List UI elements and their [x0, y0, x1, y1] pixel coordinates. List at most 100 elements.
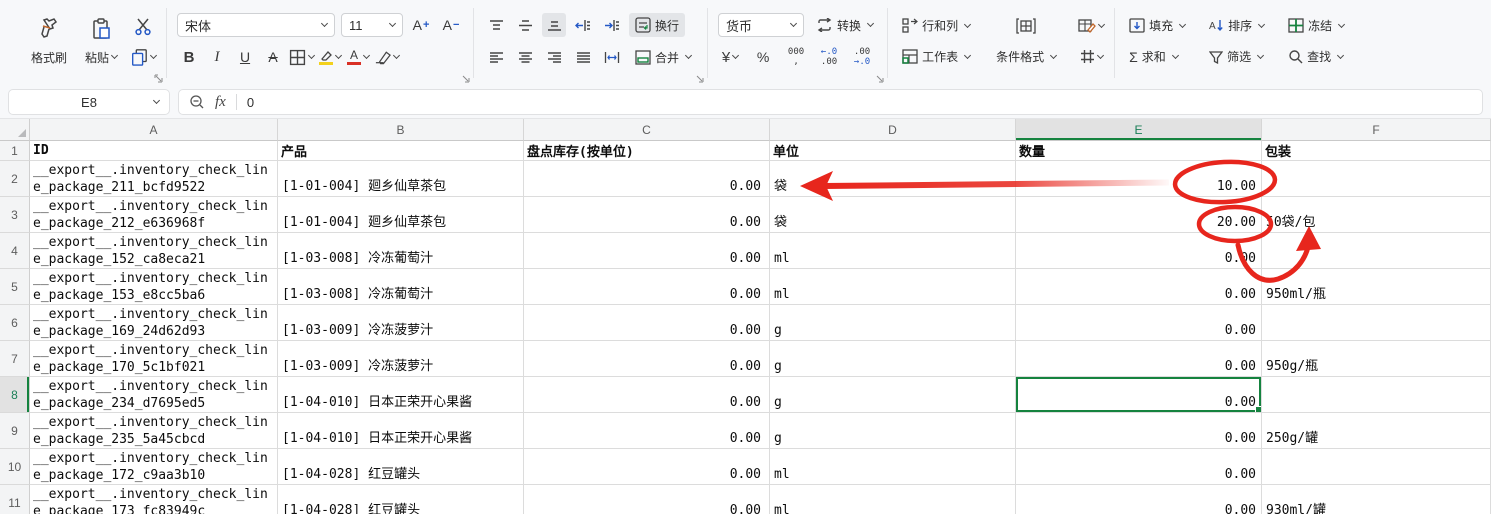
header-cell-C1[interactable]: 盘点库存(按单位): [524, 141, 770, 161]
row-header-1[interactable]: 1: [0, 141, 30, 161]
column-header-E[interactable]: E: [1016, 119, 1262, 141]
cell-F4[interactable]: [1262, 233, 1491, 269]
clear-format-button[interactable]: [374, 45, 399, 69]
sum-button[interactable]: Σ 求和: [1125, 45, 1189, 69]
cell-A5[interactable]: __export__.inventory_check_line_package_…: [30, 269, 278, 305]
cell-E11[interactable]: 0.00: [1016, 485, 1262, 514]
select-all-corner[interactable]: [0, 119, 30, 141]
table-button[interactable]: [1014, 14, 1038, 38]
cell-F10[interactable]: [1262, 449, 1491, 485]
cell-B6[interactable]: [1-03-009] 冷冻菠萝汁: [278, 305, 524, 341]
header-cell-A1[interactable]: ID: [30, 141, 278, 161]
rows-columns-button[interactable]: 行和列: [898, 14, 974, 38]
cell-A3[interactable]: __export__.inventory_check_line_package_…: [30, 197, 278, 233]
decrease-font-button[interactable]: A−: [439, 13, 463, 37]
cell-C5[interactable]: 0.00: [524, 269, 770, 305]
row-header-4[interactable]: 4: [0, 233, 30, 269]
increase-indent-button[interactable]: [600, 13, 624, 37]
clipboard-dialog-launcher[interactable]: [154, 74, 163, 83]
row-header-9[interactable]: 9: [0, 413, 30, 449]
number-dialog-launcher[interactable]: [875, 74, 884, 83]
row-header-5[interactable]: 5: [0, 269, 30, 305]
highlight-color-button[interactable]: [318, 45, 342, 69]
italic-button[interactable]: I: [205, 45, 229, 69]
decrease-indent-button[interactable]: [571, 13, 595, 37]
freeze-panes-button[interactable]: 冻结: [1284, 14, 1348, 38]
column-header-D[interactable]: D: [770, 119, 1016, 141]
merge-cells-button[interactable]: 合并: [629, 45, 697, 69]
cell-C2[interactable]: 0.00: [524, 161, 770, 197]
cell-C10[interactable]: 0.00: [524, 449, 770, 485]
column-header-A[interactable]: A: [30, 119, 278, 141]
cell-C6[interactable]: 0.00: [524, 305, 770, 341]
cell-D10[interactable]: ml: [770, 449, 1016, 485]
cell-A11[interactable]: __export__.inventory_check_line_package_…: [30, 485, 278, 514]
currency-button[interactable]: ¥: [718, 45, 742, 69]
cell-D3[interactable]: 袋: [770, 197, 1016, 233]
cell-F8[interactable]: [1262, 377, 1491, 413]
row-header-11[interactable]: 11: [0, 485, 30, 514]
formula-input[interactable]: fx 0: [178, 89, 1483, 115]
underline-button[interactable]: U: [233, 45, 257, 69]
cell-A8[interactable]: __export__.inventory_check_line_package_…: [30, 377, 278, 413]
borders-button[interactable]: [289, 45, 314, 69]
cell-C3[interactable]: 0.00: [524, 197, 770, 233]
zoom-formula-icon[interactable]: [189, 94, 205, 110]
find-button[interactable]: 查找: [1284, 45, 1348, 69]
wrap-text-button[interactable]: 换行: [629, 13, 685, 37]
alignment-dialog-launcher[interactable]: [695, 74, 704, 83]
cell-D11[interactable]: ml: [770, 485, 1016, 514]
cell-A9[interactable]: __export__.inventory_check_line_package_…: [30, 413, 278, 449]
fx-icon[interactable]: fx: [215, 94, 226, 111]
cell-E7[interactable]: 0.00: [1016, 341, 1262, 377]
justify-button[interactable]: [571, 45, 595, 69]
cell-A7[interactable]: __export__.inventory_check_line_package_…: [30, 341, 278, 377]
format-painter-button[interactable]: 格式刷: [26, 14, 72, 69]
column-header-B[interactable]: B: [278, 119, 524, 141]
cell-D5[interactable]: ml: [770, 269, 1016, 305]
cell-E8[interactable]: 0.00: [1016, 377, 1262, 413]
filter-button[interactable]: 筛选: [1205, 45, 1268, 69]
cell-C8[interactable]: 0.00: [524, 377, 770, 413]
cell-D6[interactable]: g: [770, 305, 1016, 341]
align-top-button[interactable]: [484, 13, 508, 37]
header-cell-B1[interactable]: 产品: [278, 141, 524, 161]
cut-button[interactable]: [130, 14, 156, 38]
row-header-8[interactable]: 8: [0, 377, 30, 413]
cell-C4[interactable]: 0.00: [524, 233, 770, 269]
cell-F7[interactable]: 950g/瓶: [1262, 341, 1491, 377]
row-header-10[interactable]: 10: [0, 449, 30, 485]
cell-E4[interactable]: 0.00: [1016, 233, 1262, 269]
increase-decimal-button[interactable]: ←.0.00: [817, 45, 841, 69]
align-center-button[interactable]: [513, 45, 537, 69]
cell-A6[interactable]: __export__.inventory_check_line_package_…: [30, 305, 278, 341]
distributed-button[interactable]: [600, 45, 624, 69]
column-header-C[interactable]: C: [524, 119, 770, 141]
font-family-select[interactable]: 宋体: [177, 13, 335, 37]
fill-button[interactable]: 填充: [1125, 14, 1189, 38]
row-header-2[interactable]: 2: [0, 161, 30, 197]
cell-B10[interactable]: [1-04-028] 红豆罐头: [278, 449, 524, 485]
cell-B8[interactable]: [1-04-010] 日本正荣开心果酱: [278, 377, 524, 413]
cell-C7[interactable]: 0.00: [524, 341, 770, 377]
cell-B3[interactable]: [1-01-004] 廻乡仙草茶包: [278, 197, 524, 233]
percent-button[interactable]: %: [751, 45, 775, 69]
header-cell-E1[interactable]: 数量: [1016, 141, 1262, 161]
cell-A4[interactable]: __export__.inventory_check_line_package_…: [30, 233, 278, 269]
cell-F6[interactable]: [1262, 305, 1491, 341]
align-right-button[interactable]: [542, 45, 566, 69]
cell-F11[interactable]: 930ml/罐: [1262, 485, 1491, 514]
cell-F2[interactable]: [1262, 161, 1491, 197]
cell-B7[interactable]: [1-03-009] 冷冻菠萝汁: [278, 341, 524, 377]
fill-handle[interactable]: [1255, 406, 1262, 413]
sort-button[interactable]: A 排序: [1205, 14, 1268, 38]
cell-A2[interactable]: __export__.inventory_check_line_package_…: [30, 161, 278, 197]
cell-F9[interactable]: 250g/罐: [1262, 413, 1491, 449]
cell-B5[interactable]: [1-03-008] 冷冻葡萄汁: [278, 269, 524, 305]
cell-E5[interactable]: 0.00: [1016, 269, 1262, 305]
cell-E2[interactable]: 10.00: [1016, 161, 1262, 197]
font-color-button[interactable]: A: [346, 45, 370, 69]
font-size-select[interactable]: 11: [341, 13, 403, 37]
font-dialog-launcher[interactable]: [461, 74, 470, 83]
cell-B9[interactable]: [1-04-010] 日本正荣开心果酱: [278, 413, 524, 449]
